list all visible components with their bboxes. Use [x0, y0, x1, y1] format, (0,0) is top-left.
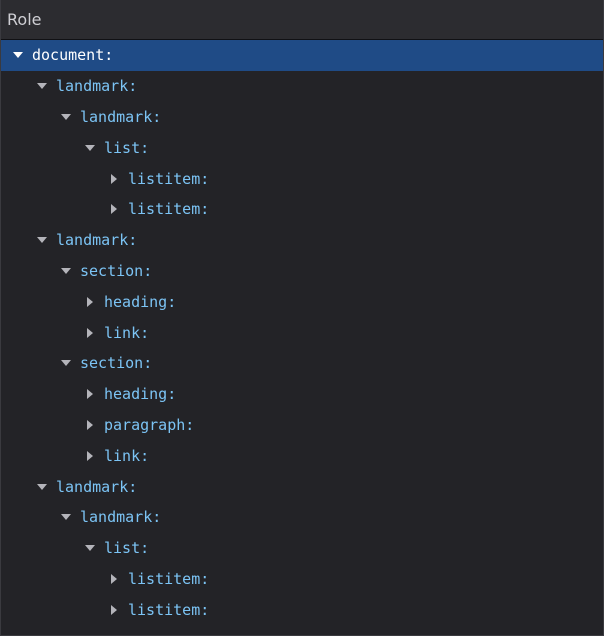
tree-row-label: paragraph: [104, 415, 195, 434]
tree-row-paragraph[interactable]: paragraph: [1, 410, 603, 441]
tree-row-label: list: [104, 539, 150, 558]
tree-row-listitem[interactable]: listitem: [1, 564, 603, 595]
tree-row-section[interactable]: section: [1, 348, 603, 379]
tree-row-listitem[interactable]: listitem: [1, 163, 603, 194]
tree-row-landmark[interactable]: landmark: [1, 71, 603, 102]
tree-row-list[interactable]: list: [1, 533, 603, 564]
tree-row-document[interactable]: document: [1, 40, 603, 71]
expanded-triangle-icon[interactable] [60, 511, 72, 523]
tree-row-label: landmark: [80, 508, 162, 527]
collapsed-triangle-icon[interactable] [108, 173, 120, 185]
tree-row-list[interactable]: list: [1, 132, 603, 163]
expanded-triangle-icon[interactable] [60, 111, 72, 123]
tree-row-label: listitem: [128, 169, 210, 188]
collapsed-triangle-icon[interactable] [84, 388, 96, 400]
expanded-triangle-icon[interactable] [60, 357, 72, 369]
tree-row-label: landmark: [80, 107, 162, 126]
collapsed-triangle-icon[interactable] [84, 296, 96, 308]
tree-row-label: landmark: [56, 77, 138, 96]
collapsed-triangle-icon[interactable] [84, 450, 96, 462]
tree-row-label: landmark: [56, 477, 138, 496]
expanded-triangle-icon[interactable] [36, 481, 48, 493]
tree-row-link[interactable]: link: [1, 317, 603, 348]
tree-row-label: heading: [104, 292, 177, 311]
tree-row-listitem[interactable]: listitem: [1, 594, 603, 625]
expanded-triangle-icon[interactable] [84, 142, 96, 154]
tree-row-section[interactable]: section: [1, 256, 603, 287]
tree-row-landmark[interactable]: landmark: [1, 471, 603, 502]
tree-row-landmark[interactable]: landmark: [1, 502, 603, 533]
tree-row-listitem[interactable]: listitem: [1, 194, 603, 225]
collapsed-triangle-icon[interactable] [108, 604, 120, 616]
expanded-triangle-icon[interactable] [12, 49, 24, 61]
tree-row-label: listitem: [128, 200, 210, 219]
expanded-triangle-icon[interactable] [36, 234, 48, 246]
tree-row-heading[interactable]: heading: [1, 286, 603, 317]
accessibility-tree: document: landmark: landmark: list: listitem… [1, 40, 603, 625]
tree-row-label: listitem: [128, 600, 210, 619]
tree-row-label: section: [80, 261, 153, 280]
tree-row-heading[interactable]: heading: [1, 379, 603, 410]
accessibility-tree-panel: Role document: landmark: landmark: list: lis… [0, 0, 604, 636]
collapsed-triangle-icon[interactable] [108, 203, 120, 215]
tree-row-label: link: [104, 323, 150, 342]
expanded-triangle-icon[interactable] [84, 542, 96, 554]
tree-row-label: link: [104, 446, 150, 465]
tree-row-label: document: [32, 46, 114, 65]
tree-row-label: landmark: [56, 231, 138, 250]
tree-row-label: section: [80, 354, 153, 373]
expanded-triangle-icon[interactable] [36, 80, 48, 92]
tree-row-link[interactable]: link: [1, 440, 603, 471]
tree-row-label: list: [104, 138, 150, 157]
tree-row-label: listitem: [128, 569, 210, 588]
tree-row-label: heading: [104, 385, 177, 404]
tree-row-landmark[interactable]: landmark: [1, 102, 603, 133]
role-column-header[interactable]: Role [1, 0, 603, 40]
collapsed-triangle-icon[interactable] [108, 573, 120, 585]
collapsed-triangle-icon[interactable] [84, 327, 96, 339]
column-header-label: Role [7, 10, 42, 29]
collapsed-triangle-icon[interactable] [84, 419, 96, 431]
expanded-triangle-icon[interactable] [60, 265, 72, 277]
tree-row-landmark[interactable]: landmark: [1, 225, 603, 256]
